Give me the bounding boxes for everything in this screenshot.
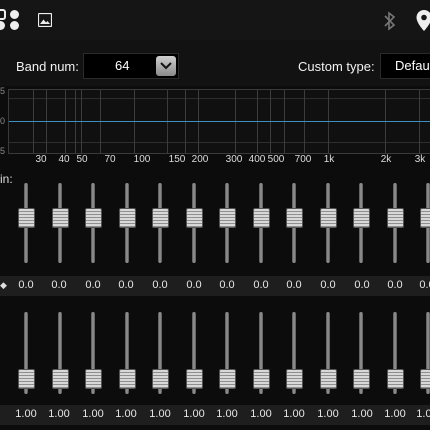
gain-value: 0.0	[85, 279, 101, 291]
gain-value: 0.0	[186, 279, 202, 291]
gain-value: 0.0	[118, 279, 134, 291]
q-value: 1.00	[216, 408, 238, 420]
q-value: 1.00	[15, 408, 37, 420]
x-tick-label: 2k	[380, 154, 392, 165]
gain-value: 0.0	[18, 279, 34, 291]
gain-value: 0.0	[320, 279, 336, 291]
q-slider-knob[interactable]	[51, 369, 69, 389]
gain-slider-knob[interactable]	[152, 208, 169, 228]
q-slider-knob[interactable]	[152, 369, 169, 389]
gain-value: 0.0	[419, 279, 430, 291]
custom-type-label: Custom type:	[298, 59, 375, 74]
band-num-label: Band num:	[16, 59, 79, 74]
x-tick-label: 200	[191, 154, 209, 165]
gain-slider-knob[interactable]	[219, 208, 236, 228]
gain-slider-knob[interactable]	[85, 208, 102, 228]
gain-slider-knob[interactable]	[118, 208, 136, 228]
gain-value: 0.0	[219, 279, 235, 291]
x-tick-label: 70	[104, 154, 116, 165]
row-marker-icon: ◆	[0, 280, 7, 290]
x-tick-label: 1k	[323, 154, 335, 165]
q-slider-knob[interactable]	[386, 369, 404, 389]
eq-curve	[9, 121, 430, 122]
gain-slider-knob[interactable]	[319, 208, 337, 228]
eq-response-graph	[8, 89, 430, 154]
q-slider-knob[interactable]	[118, 369, 136, 389]
q-value: 1.00	[115, 408, 137, 420]
gain-value: 0.0	[152, 279, 168, 291]
gain-value: 0.0	[286, 279, 302, 291]
y-tick-label: 0	[0, 116, 6, 126]
q-slider-knob[interactable]	[319, 369, 337, 389]
band-num-value: 64	[115, 58, 130, 73]
config-bar: Band num: 64 Custom type: Defau	[0, 40, 430, 86]
custom-type-value: Defau	[395, 58, 430, 73]
q-value: 1.00	[183, 408, 205, 420]
gain-slider-knob[interactable]	[386, 208, 404, 228]
q-slider-knob[interactable]	[85, 369, 102, 389]
x-tick-label: 100	[133, 154, 151, 165]
q-value: 1.00	[317, 408, 339, 420]
gain-value: 0.0	[253, 279, 269, 291]
gain-label: in:	[0, 172, 13, 186]
bluetooth-icon[interactable]	[383, 11, 397, 31]
q-value: 1.00	[82, 408, 104, 420]
gain-slider-knob[interactable]	[185, 208, 203, 228]
q-value: 1.00	[48, 408, 70, 420]
x-tick-label: 150	[168, 154, 186, 165]
frequency-axis: 30 40 50 70 100 150 200 300 400 500 700 …	[8, 153, 430, 168]
gain-slider-knob[interactable]	[286, 208, 303, 228]
gain-slider-knob[interactable]	[252, 208, 270, 228]
x-tick-label: 700	[294, 154, 312, 165]
q-slider-knob[interactable]	[420, 369, 430, 389]
y-tick-label: 5	[0, 86, 6, 96]
grid-line	[9, 142, 430, 143]
q-slider-knob[interactable]	[353, 369, 370, 389]
x-tick-label: 40	[58, 154, 70, 165]
q-value: 1.00	[351, 408, 373, 420]
q-value: 1.00	[283, 408, 305, 420]
gain-slider-knob[interactable]	[353, 208, 370, 228]
chevron-down-icon[interactable]	[156, 56, 176, 76]
gain-slider-knob[interactable]	[420, 208, 430, 228]
gain-value: 0.0	[387, 279, 403, 291]
q-slider-knob[interactable]	[252, 369, 270, 389]
x-tick-label: 30	[35, 154, 47, 165]
gain-slider-knob[interactable]	[18, 208, 35, 228]
x-tick-label: 3k	[414, 154, 426, 165]
q-slider-knob[interactable]	[185, 369, 203, 389]
q-value: 1.00	[384, 408, 406, 420]
location-pin-icon[interactable]	[416, 10, 430, 32]
q-slider-knob[interactable]	[219, 369, 236, 389]
band-num-select[interactable]: 64	[83, 53, 179, 79]
gain-slider-knob[interactable]	[51, 208, 69, 228]
x-tick-label: 300	[225, 154, 243, 165]
x-tick-label: 500	[267, 154, 285, 165]
q-value: 1.00	[149, 408, 171, 420]
top-bar	[0, 0, 430, 40]
q-value: 1.00	[416, 408, 430, 420]
x-tick-label: 400	[248, 154, 266, 165]
q-value-row: 1.00 1.00 1.00 1.00 1.00 1.00 1.00 1.00 …	[0, 405, 430, 425]
q-value: 1.00	[250, 408, 272, 420]
gain-value-row: ◆ 0.0 0.0 0.0 0.0 0.0 0.0 0.0 0.0 0.0 0.…	[0, 276, 430, 296]
x-tick-label: 50	[76, 154, 88, 165]
q-slider-knob[interactable]	[18, 369, 35, 389]
gain-value: 0.0	[354, 279, 370, 291]
grid-apps-icon[interactable]	[0, 9, 22, 31]
grid-line	[9, 98, 430, 99]
y-tick-label: 5	[0, 146, 6, 156]
custom-type-select[interactable]: Defau	[380, 53, 430, 79]
image-icon[interactable]	[38, 13, 52, 27]
gain-value: 0.0	[51, 279, 67, 291]
q-slider-knob[interactable]	[286, 369, 303, 389]
